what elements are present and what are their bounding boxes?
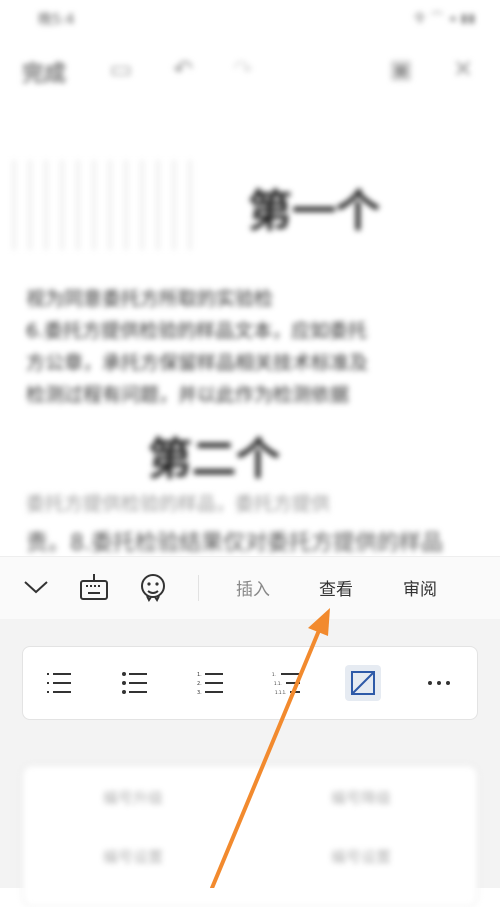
annotation-arrow — [210, 608, 330, 888]
